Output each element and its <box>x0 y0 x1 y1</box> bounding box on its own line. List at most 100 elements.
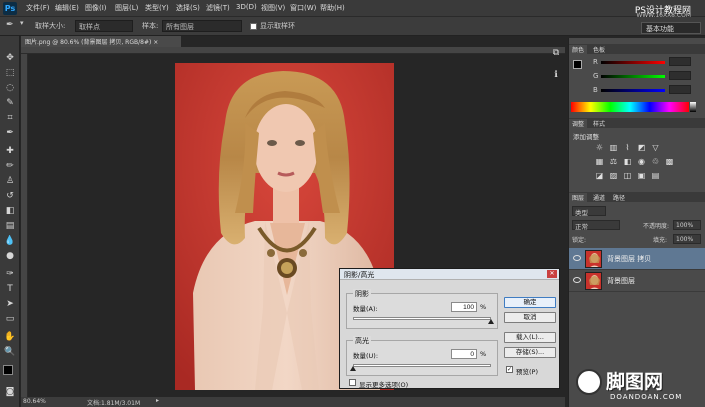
path-select-tool-icon[interactable]: ➤ <box>4 298 16 310</box>
selective-color-icon[interactable]: ▣ <box>637 172 646 180</box>
tab-adjustments[interactable]: 调整 <box>569 119 588 128</box>
close-icon[interactable]: ✕ <box>547 270 557 278</box>
layer-name[interactable]: 背景图层 <box>607 276 635 286</box>
shadows-slider[interactable] <box>353 317 491 320</box>
more-options-checkbox[interactable] <box>349 379 356 386</box>
gradient-map-icon[interactable]: ▤ <box>651 172 660 180</box>
channel-mixer-icon[interactable]: ♲ <box>651 158 660 166</box>
brightness-icon[interactable]: ☼ <box>595 144 604 152</box>
crop-tool-icon[interactable]: ⌗ <box>4 112 16 124</box>
quick-select-tool-icon[interactable]: ✎ <box>4 97 16 109</box>
red-value[interactable] <box>669 57 691 66</box>
menu-window[interactable]: 窗口(W) <box>290 3 316 13</box>
blur-tool-icon[interactable]: 💧 <box>4 235 16 247</box>
pen-tool-icon[interactable]: ✑ <box>4 268 16 280</box>
menu-file[interactable]: 文件(F) <box>26 3 50 13</box>
menu-select[interactable]: 选择(S) <box>176 3 200 13</box>
green-slider[interactable] <box>601 75 665 78</box>
brush-tool-icon[interactable]: ✏ <box>4 160 16 172</box>
layer-name[interactable]: 背景图层 拷贝 <box>607 254 651 264</box>
shadows-slider-knob[interactable] <box>488 319 494 324</box>
sample-select[interactable]: 所有图层 <box>162 20 242 32</box>
cancel-button[interactable]: 取消 <box>504 312 556 323</box>
history-panel-icon[interactable]: ⧉ <box>550 48 562 60</box>
menu-help[interactable]: 帮助(H) <box>320 3 345 13</box>
ok-button[interactable]: 确定 <box>504 297 556 308</box>
layer-row-selected[interactable]: 背景图层 拷贝 <box>569 248 705 270</box>
menu-view[interactable]: 视图(V) <box>261 3 285 13</box>
black-white-icon[interactable]: ◧ <box>623 158 632 166</box>
red-slider[interactable] <box>601 61 665 64</box>
type-tool-icon[interactable]: T <box>4 283 16 295</box>
foreground-swatch[interactable] <box>573 60 582 69</box>
menu-layer[interactable]: 图层(L) <box>115 3 138 13</box>
save-button[interactable]: 存储(S)... <box>504 347 556 358</box>
shadows-amount-input[interactable] <box>451 302 477 312</box>
highlights-slider-knob[interactable] <box>350 366 356 371</box>
move-tool-icon[interactable]: ✥ <box>4 52 16 64</box>
green-value[interactable] <box>669 71 691 80</box>
eyedropper-icon[interactable]: ✒ <box>6 20 14 30</box>
dodge-tool-icon[interactable]: ● <box>4 250 16 262</box>
workspace-select[interactable]: 基本功能 <box>641 22 701 34</box>
grayscale-ramp[interactable] <box>690 102 696 112</box>
photo-filter-icon[interactable]: ◉ <box>637 158 646 166</box>
tab-styles[interactable]: 样式 <box>593 119 605 128</box>
show-ring-checkbox[interactable] <box>250 23 257 30</box>
levels-icon[interactable]: ▥ <box>609 144 618 152</box>
highlights-amount-input[interactable] <box>451 349 477 359</box>
highlights-slider[interactable] <box>353 364 491 367</box>
tab-channels[interactable]: 通道 <box>593 193 605 202</box>
blend-mode-select[interactable]: 正常 <box>572 220 620 231</box>
dialog-title-bar[interactable]: 阴影/高光 ✕ <box>340 269 559 280</box>
clone-stamp-tool-icon[interactable]: ♙ <box>4 175 16 187</box>
color-spectrum-ramp[interactable] <box>571 102 689 112</box>
menu-edit[interactable]: 编辑(E) <box>55 3 79 13</box>
color-balance-icon[interactable]: ⚖ <box>609 158 618 166</box>
marquee-tool-icon[interactable]: ⬚ <box>4 67 16 79</box>
shape-tool-icon[interactable]: ▭ <box>4 313 16 325</box>
menu-image[interactable]: 图像(I) <box>85 3 107 13</box>
properties-panel-icon[interactable]: ℹ <box>550 70 562 82</box>
tab-layers[interactable]: 图层 <box>569 193 588 202</box>
chevron-down-icon[interactable]: ▾ <box>20 19 24 27</box>
status-arrow-icon[interactable]: ▸ <box>156 397 159 404</box>
layer-kind-filter[interactable]: 类型 <box>572 206 606 217</box>
history-brush-tool-icon[interactable]: ↺ <box>4 190 16 202</box>
eraser-tool-icon[interactable]: ◧ <box>4 205 16 217</box>
invert-icon[interactable]: ◪ <box>595 172 604 180</box>
load-button[interactable]: 载入(L)... <box>504 332 556 343</box>
lasso-tool-icon[interactable]: ◌ <box>4 82 16 94</box>
posterize-icon[interactable]: ▨ <box>609 172 618 180</box>
quick-mask-icon[interactable]: ◙ <box>4 386 16 398</box>
tab-paths[interactable]: 路径 <box>613 193 625 202</box>
healing-brush-tool-icon[interactable]: ✚ <box>4 145 16 157</box>
tab-color[interactable]: 颜色 <box>569 45 588 54</box>
zoom-level[interactable]: 80.64% <box>23 398 46 405</box>
blue-value[interactable] <box>669 85 691 94</box>
gradient-tool-icon[interactable]: ▤ <box>4 220 16 232</box>
exposure-icon[interactable]: ◩ <box>637 144 646 152</box>
layer-row[interactable]: 背景图层 <box>569 270 705 292</box>
eye-icon[interactable] <box>573 255 581 261</box>
opacity-input[interactable]: 100% <box>673 220 701 230</box>
hue-saturation-icon[interactable]: ▦ <box>595 158 604 166</box>
eyedropper-tool-icon[interactable]: ✒ <box>4 127 16 139</box>
vibrance-icon[interactable]: ▽ <box>651 144 660 152</box>
document-tab[interactable]: 图片.png @ 80.6% (背景图层 拷贝, RGB/8#) × <box>21 36 181 47</box>
menu-filter[interactable]: 滤镜(T) <box>206 3 230 13</box>
fill-input[interactable]: 100% <box>673 234 701 244</box>
preview-checkbox[interactable]: ✓ <box>506 366 513 373</box>
eye-icon[interactable] <box>573 277 581 283</box>
foreground-color-swatch[interactable] <box>3 365 13 375</box>
color-lookup-icon[interactable]: ▩ <box>665 158 674 166</box>
hand-tool-icon[interactable]: ✋ <box>4 331 16 343</box>
curves-icon[interactable]: ⌇ <box>623 144 632 152</box>
tab-swatches[interactable]: 色板 <box>593 45 605 54</box>
menu-3d[interactable]: 3D(D) <box>236 3 257 11</box>
blue-slider[interactable] <box>601 89 665 92</box>
threshold-icon[interactable]: ◫ <box>623 172 632 180</box>
sample-size-select[interactable]: 取样点 <box>75 20 133 32</box>
menu-type[interactable]: 类型(Y) <box>145 3 169 13</box>
zoom-tool-icon[interactable]: 🔍 <box>4 346 16 358</box>
